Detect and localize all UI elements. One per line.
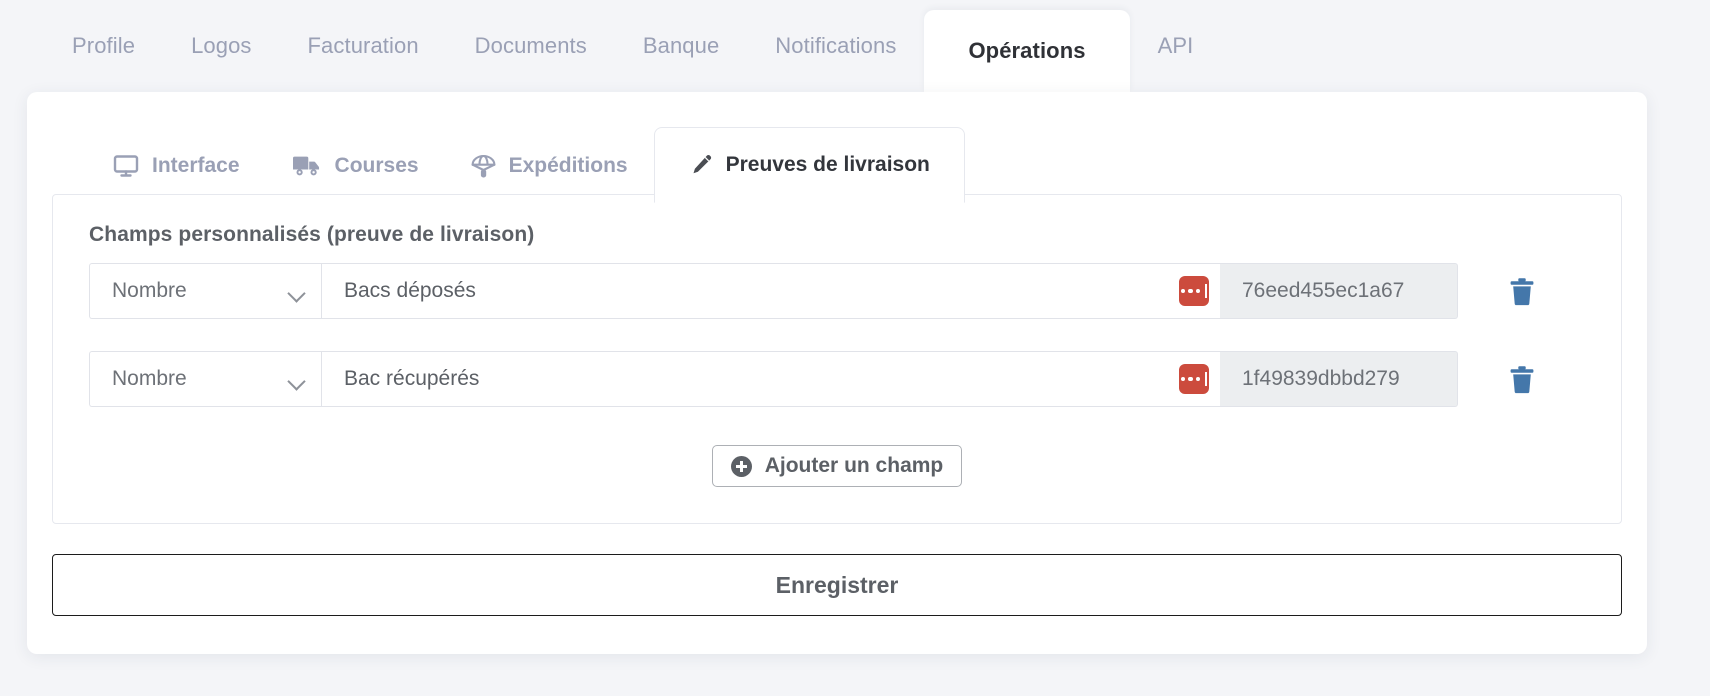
add-field-label: Ajouter un champ [764,454,944,477]
field-label-input-1[interactable] [321,351,1220,407]
table-row: Nombre 1f49839dbbd279 [89,351,1586,407]
tab-logos[interactable]: Logos [163,0,279,92]
add-field-button[interactable]: Ajouter un champ [711,445,963,487]
subtab-interface-label: Interface [152,154,240,177]
field-row-controls: Nombre 76eed455ec1a67 [89,263,1458,319]
add-field-row: Ajouter un champ [53,445,1621,487]
password-manager-slot-0 [1168,263,1220,319]
sub-tab-bar: Interface Courses Expéditions Preuves de… [27,92,1647,203]
pencil-icon [689,153,713,177]
subtab-preuves-de-livraison[interactable]: Preuves de livraison [653,127,965,203]
save-button[interactable]: Enregistrer [52,554,1622,616]
field-type-value-1: Nombre [112,367,187,390]
tab-notifications[interactable]: Notifications [747,0,924,92]
monitor-icon [113,154,139,178]
tab-documents[interactable]: Documents [447,0,615,92]
tab-operations[interactable]: Opérations [924,10,1130,92]
subtab-expeditions[interactable]: Expéditions [445,130,654,202]
trash-icon [1509,365,1535,394]
section-title: Champs personnalisés (preuve de livraiso… [89,223,535,246]
chevron-down-icon [289,375,305,384]
subtab-courses-label: Courses [334,154,419,177]
tab-banque[interactable]: Banque [615,0,747,92]
subtab-courses[interactable]: Courses [266,130,445,202]
field-id-1: 1f49839dbbd279 [1220,351,1458,407]
truck-icon [292,155,322,177]
field-type-select-0[interactable]: Nombre [89,263,321,319]
lastpass-icon[interactable] [1179,364,1209,394]
lastpass-icon[interactable] [1179,276,1209,306]
subtab-interface[interactable]: Interface [87,130,266,202]
operations-panel: Interface Courses Expéditions Preuves de… [27,92,1647,654]
field-id-0: 76eed455ec1a67 [1220,263,1458,319]
password-manager-slot-1 [1168,351,1220,407]
subtab-expeditions-label: Expéditions [508,154,628,177]
tab-profile[interactable]: Profile [44,0,163,92]
field-label-input-0[interactable] [321,263,1220,319]
field-row-controls: Nombre 1f49839dbbd279 [89,351,1458,407]
chevron-down-icon [289,287,305,296]
tab-api[interactable]: API [1130,0,1222,92]
delete-field-button-1[interactable] [1458,351,1586,407]
custom-fields-list: Nombre 76eed455ec1a67 [89,263,1586,407]
top-tab-bar: Profile Logos Facturation Documents Banq… [0,0,1710,92]
parachute-icon [471,154,496,179]
plus-circle-icon [730,455,752,477]
field-type-value-0: Nombre [112,279,187,302]
field-type-select-1[interactable]: Nombre [89,351,321,407]
trash-icon [1509,277,1535,306]
settings-page: Profile Logos Facturation Documents Banq… [0,0,1710,696]
subtab-preuves-label: Preuves de livraison [725,153,930,176]
tab-facturation[interactable]: Facturation [280,0,447,92]
table-row: Nombre 76eed455ec1a67 [89,263,1586,319]
custom-fields-card: Champs personnalisés (preuve de livraiso… [52,194,1622,524]
delete-field-button-0[interactable] [1458,263,1586,319]
